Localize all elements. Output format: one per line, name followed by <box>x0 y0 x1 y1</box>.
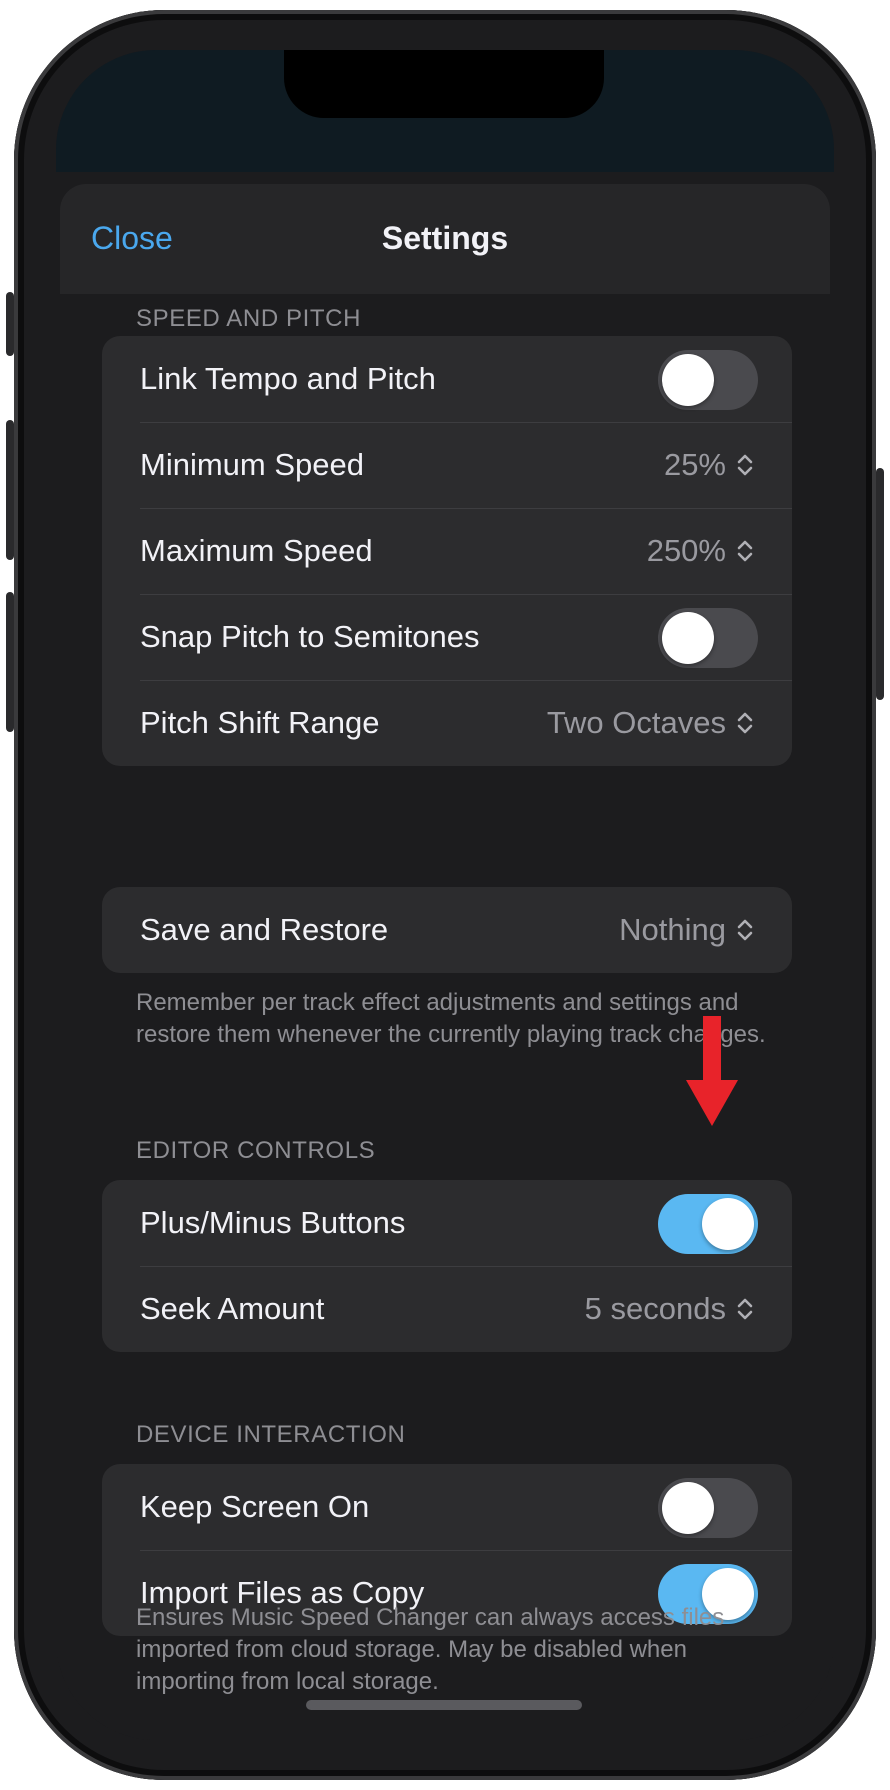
pitch-shift-range-picker[interactable]: Two Octaves <box>547 680 754 766</box>
link-tempo-label: Link Tempo and Pitch <box>140 361 436 396</box>
speed-pitch-group: Link Tempo and Pitch Minimum Speed 25% M… <box>102 336 792 766</box>
arrow-shaft <box>703 1016 721 1086</box>
keep-screen-on-row: Keep Screen On <box>102 1464 792 1550</box>
action-button <box>6 292 14 356</box>
seek-amount-value: 5 seconds <box>584 1291 726 1326</box>
arrow-head <box>686 1080 738 1126</box>
toggle-knob <box>702 1198 754 1250</box>
toggle-knob <box>662 354 714 406</box>
keep-screen-on-label: Keep Screen On <box>140 1489 370 1524</box>
home-indicator <box>306 1700 582 1710</box>
volume-down-button <box>6 592 14 732</box>
nav-bar: Close Settings <box>60 184 830 294</box>
pitch-shift-range-row[interactable]: Pitch Shift Range Two Octaves <box>102 680 792 766</box>
seek-amount-picker[interactable]: 5 seconds <box>585 1266 754 1352</box>
chevron-up-down-icon <box>737 540 753 562</box>
minimum-speed-value: 25% <box>663 447 726 482</box>
minimum-speed-row[interactable]: Minimum Speed 25% <box>102 422 792 508</box>
save-restore-group: Save and Restore Nothing <box>102 887 792 973</box>
save-restore-footnote: Remember per track effect adjustments an… <box>136 989 766 1048</box>
maximum-speed-label: Maximum Speed <box>140 533 373 568</box>
link-tempo-row: Link Tempo and Pitch <box>102 336 792 422</box>
save-restore-value: Nothing <box>619 912 726 947</box>
plus-minus-toggle[interactable] <box>658 1194 758 1254</box>
link-tempo-toggle[interactable] <box>658 350 758 410</box>
snap-pitch-toggle[interactable] <box>658 608 758 668</box>
annotation-arrow-icon <box>686 1016 738 1126</box>
chevron-up-down-icon <box>737 454 753 476</box>
maximum-speed-row[interactable]: Maximum Speed 250% <box>102 508 792 594</box>
section-header-device-interaction: DEVICE INTERACTION <box>136 1421 406 1448</box>
seek-amount-label: Seek Amount <box>140 1291 325 1326</box>
maximum-speed-picker[interactable]: 250% <box>647 508 754 594</box>
screen: Close Settings SPEED AND PITCH Link Temp… <box>56 50 834 1740</box>
plus-minus-row: Plus/Minus Buttons <box>102 1180 792 1266</box>
minimum-speed-picker[interactable]: 25% <box>664 422 754 508</box>
chevron-up-down-icon <box>737 712 753 734</box>
chevron-up-down-icon <box>737 1298 753 1320</box>
power-button <box>876 468 884 700</box>
toggle-knob <box>662 1482 714 1534</box>
minimum-speed-label: Minimum Speed <box>140 447 364 482</box>
toggle-knob <box>662 612 714 664</box>
section-header-speed-and-pitch: SPEED AND PITCH <box>136 305 362 332</box>
save-restore-label: Save and Restore <box>140 912 389 947</box>
section-header-editor-controls: EDITOR CONTROLS <box>136 1137 376 1164</box>
seek-amount-row[interactable]: Seek Amount 5 seconds <box>102 1266 792 1352</box>
pitch-shift-range-label: Pitch Shift Range <box>140 705 380 740</box>
maximum-speed-value: 250% <box>646 533 726 568</box>
page-title: Settings <box>381 220 509 256</box>
save-restore-picker[interactable]: Nothing <box>619 887 754 973</box>
notch <box>284 50 604 118</box>
editor-controls-group: Plus/Minus Buttons Seek Amount 5 seconds <box>102 1180 792 1352</box>
device-interaction-footnote: Ensures Music Speed Changer can always a… <box>136 1604 725 1695</box>
keep-screen-on-toggle[interactable] <box>658 1478 758 1538</box>
save-restore-row[interactable]: Save and Restore Nothing <box>102 887 792 973</box>
settings-sheet: Close Settings SPEED AND PITCH Link Temp… <box>60 184 830 1740</box>
snap-pitch-row: Snap Pitch to Semitones <box>102 594 792 680</box>
plus-minus-label: Plus/Minus Buttons <box>140 1205 406 1240</box>
chevron-up-down-icon <box>737 919 753 941</box>
volume-up-button <box>6 420 14 560</box>
snap-pitch-label: Snap Pitch to Semitones <box>140 619 480 654</box>
pitch-shift-range-value: Two Octaves <box>546 705 726 740</box>
